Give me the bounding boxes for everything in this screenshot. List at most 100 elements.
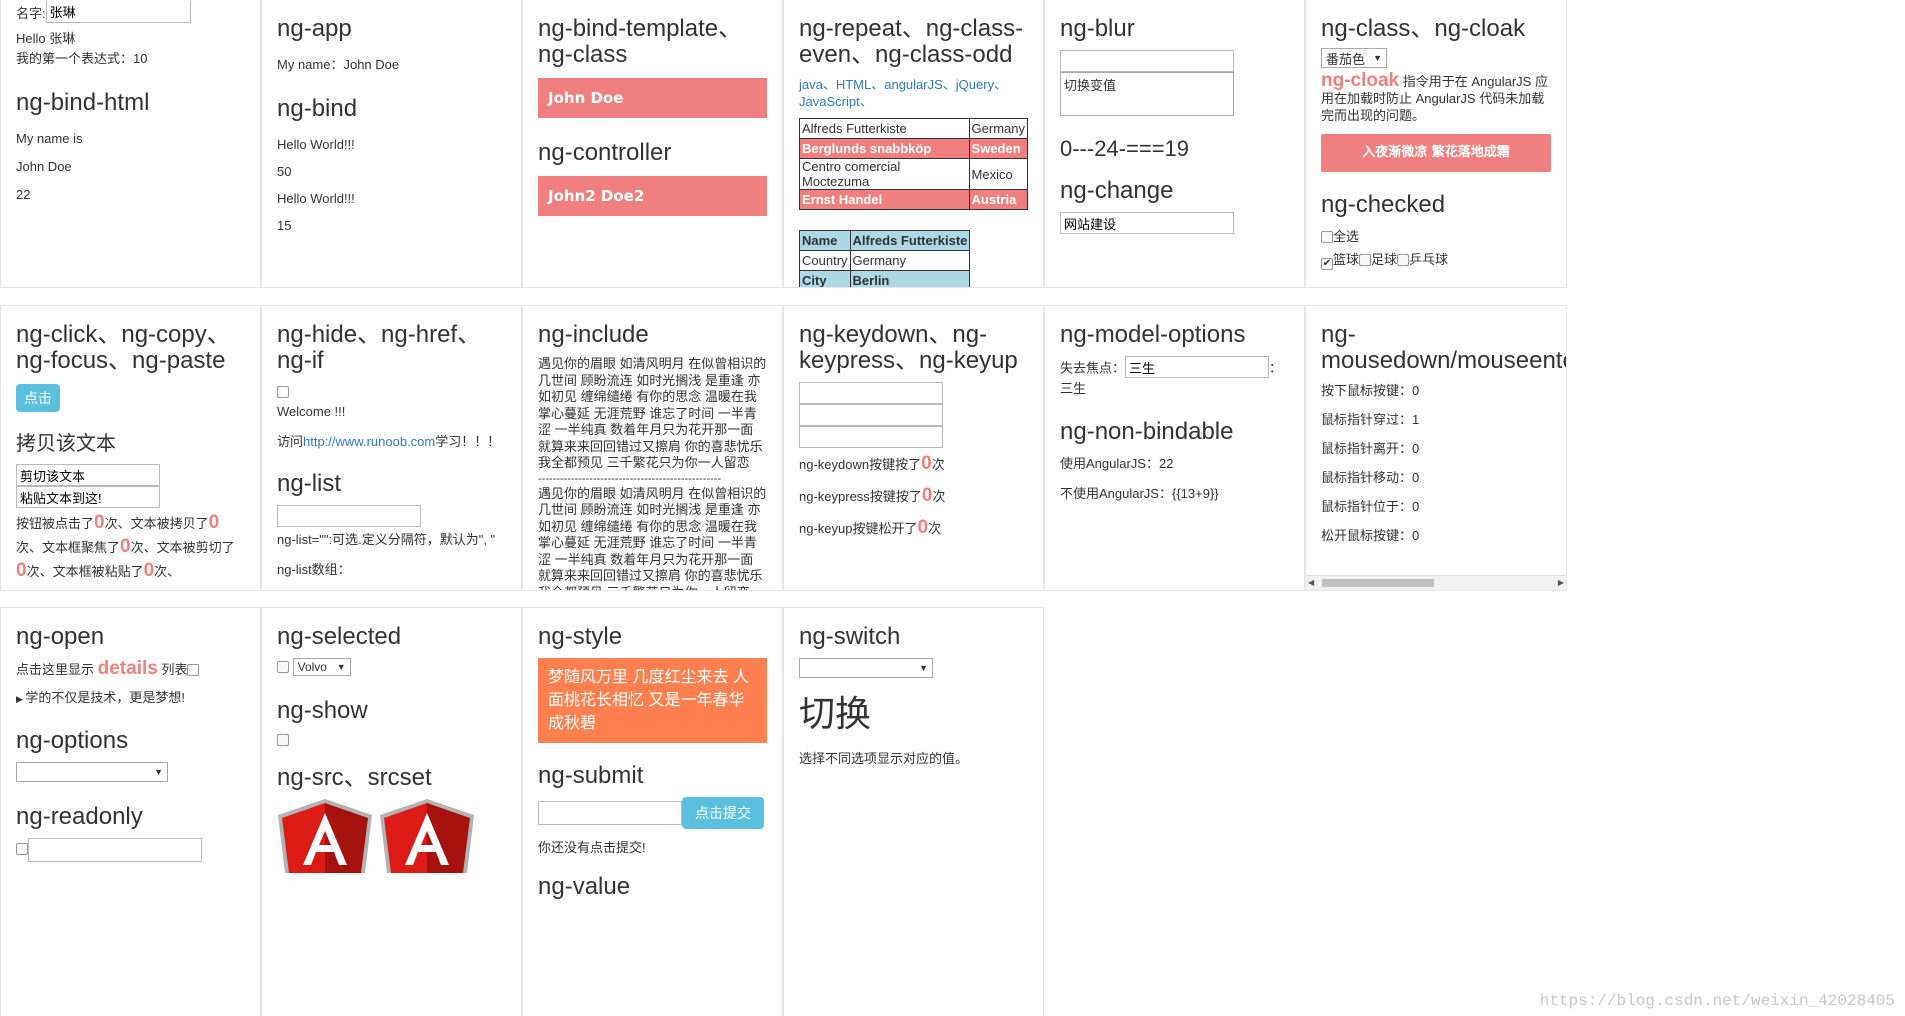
count-text: ng-keypress按键按了 <box>799 489 922 504</box>
divider: ----------------------------------------… <box>538 472 722 485</box>
poem-text: 遇见你的眉眼 如清风明月 在似曾相识的几世间 顾盼流连 如时光搁浅 是重逢 亦如… <box>538 356 767 470</box>
copy-title[interactable]: 拷贝该文本 <box>16 427 245 456</box>
card-ng-switch: ng-switch ▼ 切换 选择不同选项显示对应的值。 <box>783 607 1044 1016</box>
details-summary[interactable]: ▶ 学的不仅是技术，更是梦想! <box>16 687 245 706</box>
selected-checkbox[interactable] <box>277 661 289 673</box>
count-text: ng-keyup按键松开了 <box>799 521 918 536</box>
color-select[interactable]: 番茄色 ▼ <box>1321 48 1387 68</box>
count-unit: 次 <box>932 489 946 504</box>
language-links[interactable]: java、HTML、angularJS、jQuery、JavaScript、 <box>799 76 1028 110</box>
section-title: ng-switch <box>799 623 901 650</box>
scrollbar-thumb[interactable] <box>1322 579 1434 587</box>
basketball-checkbox[interactable] <box>1321 258 1333 270</box>
open-row: 点击这里显示 details 列表 <box>16 658 245 681</box>
card-ng-keydown: ng-keydown、ng-keypress、ng-keyup ng-keydo… <box>783 305 1044 591</box>
customers-table: Alfreds Futterkiste Germany Berglunds snab… <box>799 118 1029 210</box>
blur-input[interactable] <box>1060 50 1234 72</box>
count-number: 0 <box>143 560 155 581</box>
table-cell: Austria <box>968 189 1029 210</box>
submit-status: 你还没有点击提交! <box>538 840 646 855</box>
chevron-down-icon: ▼ <box>1373 53 1382 63</box>
section-title: ng-bind-template、ng-class <box>538 15 743 68</box>
table-row: Ernst Handel Austria <box>799 189 1029 210</box>
count-number: 0 <box>16 560 27 581</box>
table-row: Country Germany <box>799 250 971 271</box>
section-title: ng-options <box>16 727 129 754</box>
show-checkbox[interactable] <box>277 734 289 746</box>
card-ng-app: ng-app My name：John Doe ng-bind Hello Wo… <box>261 0 522 288</box>
name-row: 名字: <box>16 0 245 24</box>
submit-row: 点击提交 <box>538 797 767 829</box>
table-cell: Name <box>799 230 851 251</box>
count-text: 次、文本被拷贝了 <box>104 516 209 531</box>
expr-text: 我的第一个表达式：10 <box>16 51 148 66</box>
model-input[interactable] <box>1125 356 1270 378</box>
cloak-paragraph: ng-cloak 指令用于在 AngularJS 应用在加载时防止 Angula… <box>1321 71 1551 124</box>
section-title: ng-bind-html <box>16 89 150 116</box>
football-checkbox[interactable] <box>1359 254 1372 266</box>
section-title: ng-hide、ng-href、ng-if <box>277 321 482 374</box>
section-title: ng-app <box>277 15 352 42</box>
section-title: ng-style <box>538 623 623 650</box>
submit-input[interactable] <box>538 801 682 825</box>
keyup-input[interactable] <box>799 426 943 448</box>
cut-input[interactable] <box>16 464 160 486</box>
car-select[interactable]: Volvo ▼ <box>292 658 351 676</box>
runoob-link[interactable]: http://www.runoob.com <box>303 434 435 449</box>
list-input[interactable] <box>277 505 421 527</box>
card-ng-hide: ng-hide、ng-href、ng-if Welcome !!! 访问http… <box>261 305 522 591</box>
switch-desc: 选择不同选项显示对应的值。 <box>799 751 969 766</box>
horizontal-scrollbar[interactable]: ◀ ▶ <box>1306 575 1566 590</box>
line-text: Hello World!!! <box>277 137 355 152</box>
paste-input[interactable] <box>16 486 160 508</box>
section-title: ng-show <box>277 697 368 724</box>
pingpong-checkbox[interactable] <box>1397 254 1410 266</box>
card-ng-include: ng-include 遇见你的眉眼 如清风明月 在似曾相识的几世间 顾盼流连 如… <box>522 305 783 591</box>
options-select[interactable]: ▼ <box>16 762 168 782</box>
non-bind-text: 不使用AngularJS：{{13+9}} <box>1060 485 1219 501</box>
mouse-stat: 按下鼠标按键：0 <box>1321 383 1420 398</box>
watermark: https://blog.csdn.net/weixin_42028405 <box>1539 992 1895 1010</box>
section-title: ng-controller <box>538 139 672 166</box>
readonly-checkbox[interactable] <box>16 843 28 856</box>
triangle-right-icon: ▶ <box>16 694 26 704</box>
keydown-input[interactable] <box>799 382 943 404</box>
keypress-input[interactable] <box>799 404 943 426</box>
blur-textarea[interactable]: 切换变值 <box>1060 72 1234 116</box>
submit-button[interactable]: 点击提交 <box>682 797 764 829</box>
select-value: Volvo <box>297 660 327 674</box>
click-button[interactable]: 点击 <box>16 384 60 412</box>
blur-result: 0---24-===19 <box>1060 136 1190 161</box>
table-cell: Alfreds Futterkiste <box>799 118 970 139</box>
mouse-stat: 鼠标指针离开：0 <box>1321 441 1420 456</box>
card-ng-bind-template: ng-bind-template、ng-class John Doe ng-co… <box>522 0 783 288</box>
scroll-left-icon[interactable]: ◀ <box>1308 576 1314 590</box>
count-unit: 次 <box>928 521 942 536</box>
scroll-right-icon[interactable]: ▶ <box>1558 576 1564 590</box>
table-cell: Mexico <box>968 158 1029 190</box>
customer-detail-table: Name Alfreds Futterkiste Country Germany Cit… <box>799 230 971 287</box>
section-title: ng-list <box>277 470 342 497</box>
chevron-down-icon: ▼ <box>336 662 346 672</box>
welcome-text: Welcome !!! <box>277 404 346 419</box>
select-all-checkbox[interactable] <box>1321 231 1333 243</box>
card-ng-style: ng-style 梦随风万里 几度红尘来去 人面桃花长相忆 又是一年春华成秋碧 … <box>522 607 783 1016</box>
section-title: ng-change <box>1060 177 1174 204</box>
select-all-row: 全选 <box>1321 226 1551 245</box>
readonly-input[interactable] <box>28 838 202 862</box>
john-doe-bar: John Doe <box>538 78 767 118</box>
bind-text: 使用AngularJS：22 <box>1060 455 1174 471</box>
poem-button[interactable]: 入夜渐微凉 繁花落地成霜 <box>1321 134 1551 172</box>
count-text: 次、文本框被粘贴了 <box>26 564 144 579</box>
hide-checkbox[interactable] <box>277 386 289 398</box>
open-text: 点击这里显示 <box>16 662 98 677</box>
section-title: ng-repeat、ng-class-even、ng-class-odd <box>799 15 1024 68</box>
table-cell: Centro comercial Moctezuma <box>799 158 970 190</box>
change-input[interactable] <box>1060 212 1234 234</box>
switch-select[interactable]: ▼ <box>799 658 933 678</box>
section-title: ng-keydown、ng-keypress、ng-keyup <box>799 321 1018 374</box>
open-checkbox[interactable] <box>187 664 200 676</box>
mouse-stat: 鼠标指针穿过：1 <box>1321 412 1420 427</box>
name-input[interactable] <box>45 1 191 23</box>
visit-text: 访问 <box>277 434 304 449</box>
